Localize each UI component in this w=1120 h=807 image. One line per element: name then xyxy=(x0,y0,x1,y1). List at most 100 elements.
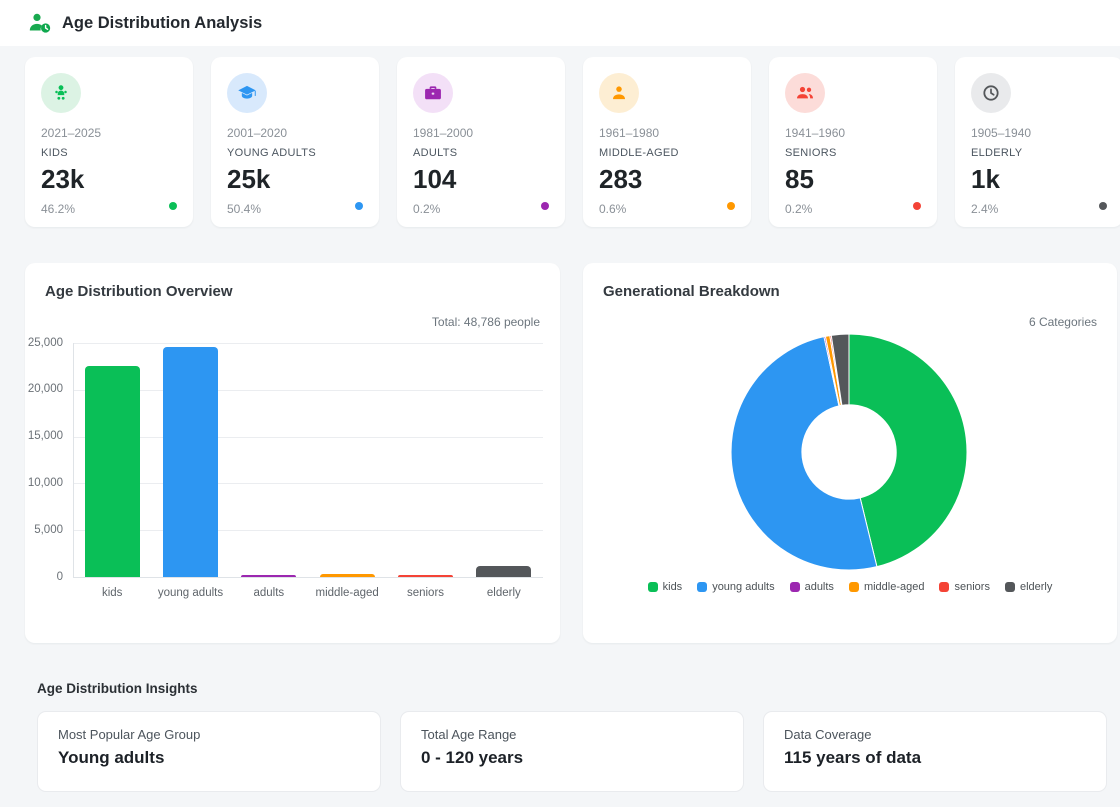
legend-item-adults[interactable]: adults xyxy=(790,581,834,593)
bar-young-adults xyxy=(163,347,218,577)
stat-card-row: 2021–2025 KIDS 23k 46.2% 2001–2020 YOUNG ADUL… xyxy=(25,57,1120,227)
stat-color-dot xyxy=(541,202,549,210)
legend-swatch xyxy=(697,582,707,592)
stat-percent: 50.4% xyxy=(227,202,363,216)
insights-row: Most Popular Age GroupYoung adultsTotal … xyxy=(37,711,1107,792)
legend-item-middle-aged[interactable]: middle-aged xyxy=(849,581,925,593)
axis-line-y xyxy=(73,343,74,577)
child-icon xyxy=(41,73,81,113)
stat-card-kids: 2021–2025 KIDS 23k 46.2% xyxy=(25,57,193,227)
stat-value: 1k xyxy=(971,164,1107,195)
page-title: Age Distribution Analysis xyxy=(62,14,262,33)
clock-icon xyxy=(971,73,1011,113)
axis-line-x xyxy=(73,577,543,578)
x-axis-label: kids xyxy=(73,587,151,599)
y-axis-tick: 10,000 xyxy=(21,477,63,489)
stat-value: 283 xyxy=(599,164,735,195)
bar-chart-plot: 05,00010,00015,00020,00025,000kidsyoung … xyxy=(73,343,543,577)
stat-color-dot xyxy=(355,202,363,210)
x-axis-label: middle-aged xyxy=(308,587,386,599)
stat-color-dot xyxy=(913,202,921,210)
stat-label: YOUNG ADULTS xyxy=(227,147,363,159)
legend-swatch xyxy=(1005,582,1015,592)
stat-value: 25k xyxy=(227,164,363,195)
grid-line xyxy=(73,343,543,344)
grid-line xyxy=(73,483,543,484)
legend-item-elderly[interactable]: elderly xyxy=(1005,581,1052,593)
stat-percent: 2.4% xyxy=(971,202,1107,216)
app-header: Age Distribution Analysis xyxy=(0,0,1120,46)
people-icon xyxy=(785,73,825,113)
legend-item-young-adults[interactable]: young adults xyxy=(697,581,774,593)
insight-value: 0 - 120 years xyxy=(421,748,723,768)
stat-period: 2001–2020 xyxy=(227,126,363,140)
y-axis-tick: 0 xyxy=(21,571,63,583)
legend-swatch xyxy=(790,582,800,592)
stat-percent: 0.2% xyxy=(785,202,921,216)
stat-label: MIDDLE-AGED xyxy=(599,147,735,159)
donut-legend: kids young adults adults middle-aged seniors… xyxy=(583,581,1117,593)
donut-chart-panel: Generational Breakdown 6 Categories kids… xyxy=(583,263,1117,643)
stat-card-young-adults: 2001–2020 YOUNG ADULTS 25k 50.4% xyxy=(211,57,379,227)
legend-swatch xyxy=(849,582,859,592)
stat-label: SENIORS xyxy=(785,147,921,159)
insight-value: 115 years of data xyxy=(784,748,1086,768)
stat-period: 1905–1940 xyxy=(971,126,1107,140)
x-axis-label: young adults xyxy=(151,587,229,599)
stat-card-adults: 1981–2000ADULTS1040.2% xyxy=(397,57,565,227)
y-axis-tick: 5,000 xyxy=(21,524,63,536)
grid-line xyxy=(73,530,543,531)
stat-period: 2021–2025 xyxy=(41,126,177,140)
bar-panel-total: Total: 48,786 people xyxy=(432,315,540,329)
legend-item-seniors[interactable]: seniors xyxy=(939,581,989,593)
x-axis-label: seniors xyxy=(386,587,464,599)
bar-seniors xyxy=(398,575,453,577)
legend-label: kids xyxy=(663,581,683,593)
legend-label: elderly xyxy=(1020,581,1052,593)
insight-label: Data Coverage xyxy=(784,727,1086,742)
bar-panel-title: Age Distribution Overview xyxy=(45,283,233,300)
stat-color-dot xyxy=(727,202,735,210)
insight-label: Total Age Range xyxy=(421,727,723,742)
grid-line xyxy=(73,390,543,391)
stat-label: KIDS xyxy=(41,147,177,159)
stat-value: 23k xyxy=(41,164,177,195)
insight-label: Most Popular Age Group xyxy=(58,727,360,742)
stat-card-elderly: 1905–1940 ELDERLY 1k 2.4% xyxy=(955,57,1120,227)
insight-card-1: Total Age Range 0 - 120 years xyxy=(400,711,744,792)
legend-swatch xyxy=(939,582,949,592)
x-axis-label: elderly xyxy=(465,587,543,599)
grid-line xyxy=(73,437,543,438)
insight-card-0: Most Popular Age GroupYoung adults xyxy=(37,711,381,792)
stat-card-seniors: 1941–1960SENIORS850.2% xyxy=(769,57,937,227)
legend-swatch xyxy=(648,582,658,592)
y-axis-tick: 20,000 xyxy=(21,383,63,395)
stat-color-dot xyxy=(1099,202,1107,210)
stat-percent: 46.2% xyxy=(41,202,177,216)
stat-color-dot xyxy=(169,202,177,210)
legend-label: young adults xyxy=(712,581,774,593)
stat-period: 1941–1960 xyxy=(785,126,921,140)
insights-heading: Age Distribution Insights xyxy=(37,681,198,696)
insight-card-2: Data Coverage 115 years of data xyxy=(763,711,1107,792)
bar-elderly xyxy=(476,566,531,577)
graduation-cap-icon xyxy=(227,73,267,113)
stat-percent: 0.2% xyxy=(413,202,549,216)
legend-label: adults xyxy=(805,581,834,593)
y-axis-tick: 15,000 xyxy=(21,430,63,442)
legend-item-kids[interactable]: kids xyxy=(648,581,683,593)
stat-percent: 0.6% xyxy=(599,202,735,216)
x-axis-label: adults xyxy=(230,587,308,599)
bar-middle-aged xyxy=(320,574,375,577)
stat-card-middle-aged: 1961–1980MIDDLE-AGED2830.6% xyxy=(583,57,751,227)
bar-kids xyxy=(85,366,140,577)
bar-adults xyxy=(241,575,296,577)
legend-label: middle-aged xyxy=(864,581,925,593)
y-axis-tick: 25,000 xyxy=(21,337,63,349)
legend-label: seniors xyxy=(954,581,989,593)
stat-label: ELDERLY xyxy=(971,147,1107,159)
person-icon xyxy=(599,73,639,113)
briefcase-icon xyxy=(413,73,453,113)
user-clock-icon xyxy=(28,11,52,35)
bar-chart-panel: Age Distribution Overview Total: 48,786 … xyxy=(25,263,560,643)
